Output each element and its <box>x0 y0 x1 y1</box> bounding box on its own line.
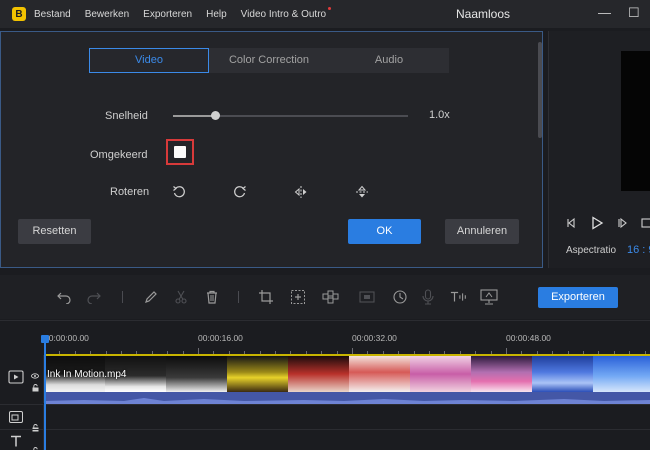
rotate-right-icon[interactable] <box>231 183 249 201</box>
playhead[interactable] <box>44 338 46 450</box>
export-button[interactable]: Exporteren <box>538 287 618 308</box>
stop-icon[interactable] <box>641 215 650 231</box>
aspect-ratio-value[interactable]: 16 : 9 <box>627 244 650 256</box>
screen-record-icon[interactable] <box>480 288 498 306</box>
duration-clock-icon[interactable] <box>391 288 409 306</box>
tick-label: 00:00:32.00 <box>352 333 397 343</box>
voiceover-mic-icon[interactable] <box>419 288 437 306</box>
video-settings-dialog: Video Color Correction Audio Snelheid 1.… <box>0 31 543 268</box>
menu-help[interactable]: Help <box>206 9 227 20</box>
edit-toolbar: Exporteren <box>0 275 650 319</box>
speed-value: 1.0x <box>429 109 450 121</box>
reverse-label: Omgekeerd <box>90 149 148 161</box>
track-lock-icon[interactable] <box>32 442 39 450</box>
previous-frame-icon[interactable] <box>566 215 578 231</box>
ok-button[interactable]: OK <box>348 219 421 244</box>
dialog-tabs: Video Color Correction Audio <box>89 48 449 73</box>
video-clip[interactable]: Ink In Motion.mp4 <box>44 354 650 392</box>
reverse-checkbox-highlight <box>166 139 194 165</box>
cut-scissors-icon[interactable] <box>172 288 190 306</box>
text-track-icon <box>10 434 22 450</box>
preview-panel: Aspectratio 16 : 9 <box>548 31 650 268</box>
track-divider <box>0 429 650 430</box>
clip-thumbnail <box>166 356 227 392</box>
delete-trash-icon[interactable] <box>203 288 221 306</box>
clip-thumbnail <box>593 356 650 392</box>
toolbar-divider <box>122 291 123 303</box>
zoom-area-icon[interactable] <box>289 288 307 306</box>
toolbar-divider <box>238 291 239 303</box>
edit-pencil-icon[interactable] <box>142 288 160 306</box>
mosaic-icon[interactable] <box>322 288 340 306</box>
video-track-icon <box>8 370 24 389</box>
timeline-ruler[interactable]: 00:00:00.00 00:00:16.00 00:00:32.00 00:0… <box>44 331 650 355</box>
clip-thumbnail <box>471 356 532 392</box>
speed-slider-handle[interactable] <box>211 111 221 120</box>
freeze-frame-icon[interactable] <box>358 288 376 306</box>
tick-label: 00:00:48.00 <box>506 333 551 343</box>
clip-thumbnail <box>227 356 288 392</box>
clip-thumbnail <box>410 356 471 392</box>
speed-label: Snelheid <box>105 110 148 122</box>
dialog-scrollbar[interactable] <box>538 42 542 138</box>
track-divider <box>0 404 650 405</box>
reverse-checkbox[interactable] <box>174 146 186 158</box>
text-track-header <box>0 430 44 450</box>
clip-thumbnail <box>288 356 349 392</box>
menu-video-intro-outro-label: Video Intro & Outro <box>240 8 327 20</box>
menu-exporteren[interactable]: Exporteren <box>143 9 192 20</box>
cancel-button[interactable]: Annuleren <box>445 219 519 244</box>
redo-icon[interactable] <box>85 288 103 306</box>
pip-track-icon <box>9 410 23 428</box>
clip-thumbnail <box>532 356 593 392</box>
crop-icon[interactable] <box>257 288 275 306</box>
tick-label: 00:00:00.00 <box>44 333 89 343</box>
undo-icon[interactable] <box>55 288 73 306</box>
next-frame-icon[interactable] <box>617 215 629 231</box>
timeline-panel: 00:00:00.00 00:00:16.00 00:00:32.00 00:0… <box>0 320 650 450</box>
tab-video[interactable]: Video <box>89 48 209 73</box>
flip-vertical-icon[interactable] <box>353 183 371 201</box>
preview-screen <box>621 51 650 191</box>
tab-audio[interactable]: Audio <box>329 48 449 73</box>
menu-video-intro-outro[interactable]: Video Intro & Outro <box>240 6 332 20</box>
tab-color-correction[interactable]: Color Correction <box>209 48 329 73</box>
clip-thumbnail <box>349 356 410 392</box>
clip-audio-waveform <box>44 392 650 405</box>
menu-bewerken[interactable]: Bewerken <box>85 9 129 20</box>
app-logo-icon: B <box>12 7 26 21</box>
aspect-ratio-label: Aspectratio <box>566 245 617 256</box>
play-icon[interactable] <box>590 215 604 231</box>
menu-bar: B Bestand Bewerken Exporteren Help Video… <box>0 0 650 28</box>
speed-slider-fill <box>173 115 216 117</box>
speed-slider[interactable] <box>173 111 408 120</box>
rotate-left-icon[interactable] <box>170 183 188 201</box>
maximize-icon[interactable]: ☐ <box>628 5 640 21</box>
tick-label: 00:00:16.00 <box>198 333 243 343</box>
menu-bestand[interactable]: Bestand <box>34 9 71 20</box>
reset-button[interactable]: Resetten <box>18 219 91 244</box>
text-to-speech-icon[interactable] <box>450 288 468 306</box>
new-badge-dot <box>328 6 332 10</box>
video-track-header <box>0 355 44 403</box>
project-title: Naamloos <box>456 7 511 21</box>
rotate-label: Roteren <box>110 186 150 198</box>
pip-track-header <box>0 405 44 432</box>
track-lock-icon[interactable] <box>32 379 39 397</box>
clip-name: Ink In Motion.mp4 <box>47 369 127 380</box>
minimize-icon[interactable]: — <box>598 5 611 20</box>
flip-horizontal-icon[interactable] <box>292 183 310 201</box>
